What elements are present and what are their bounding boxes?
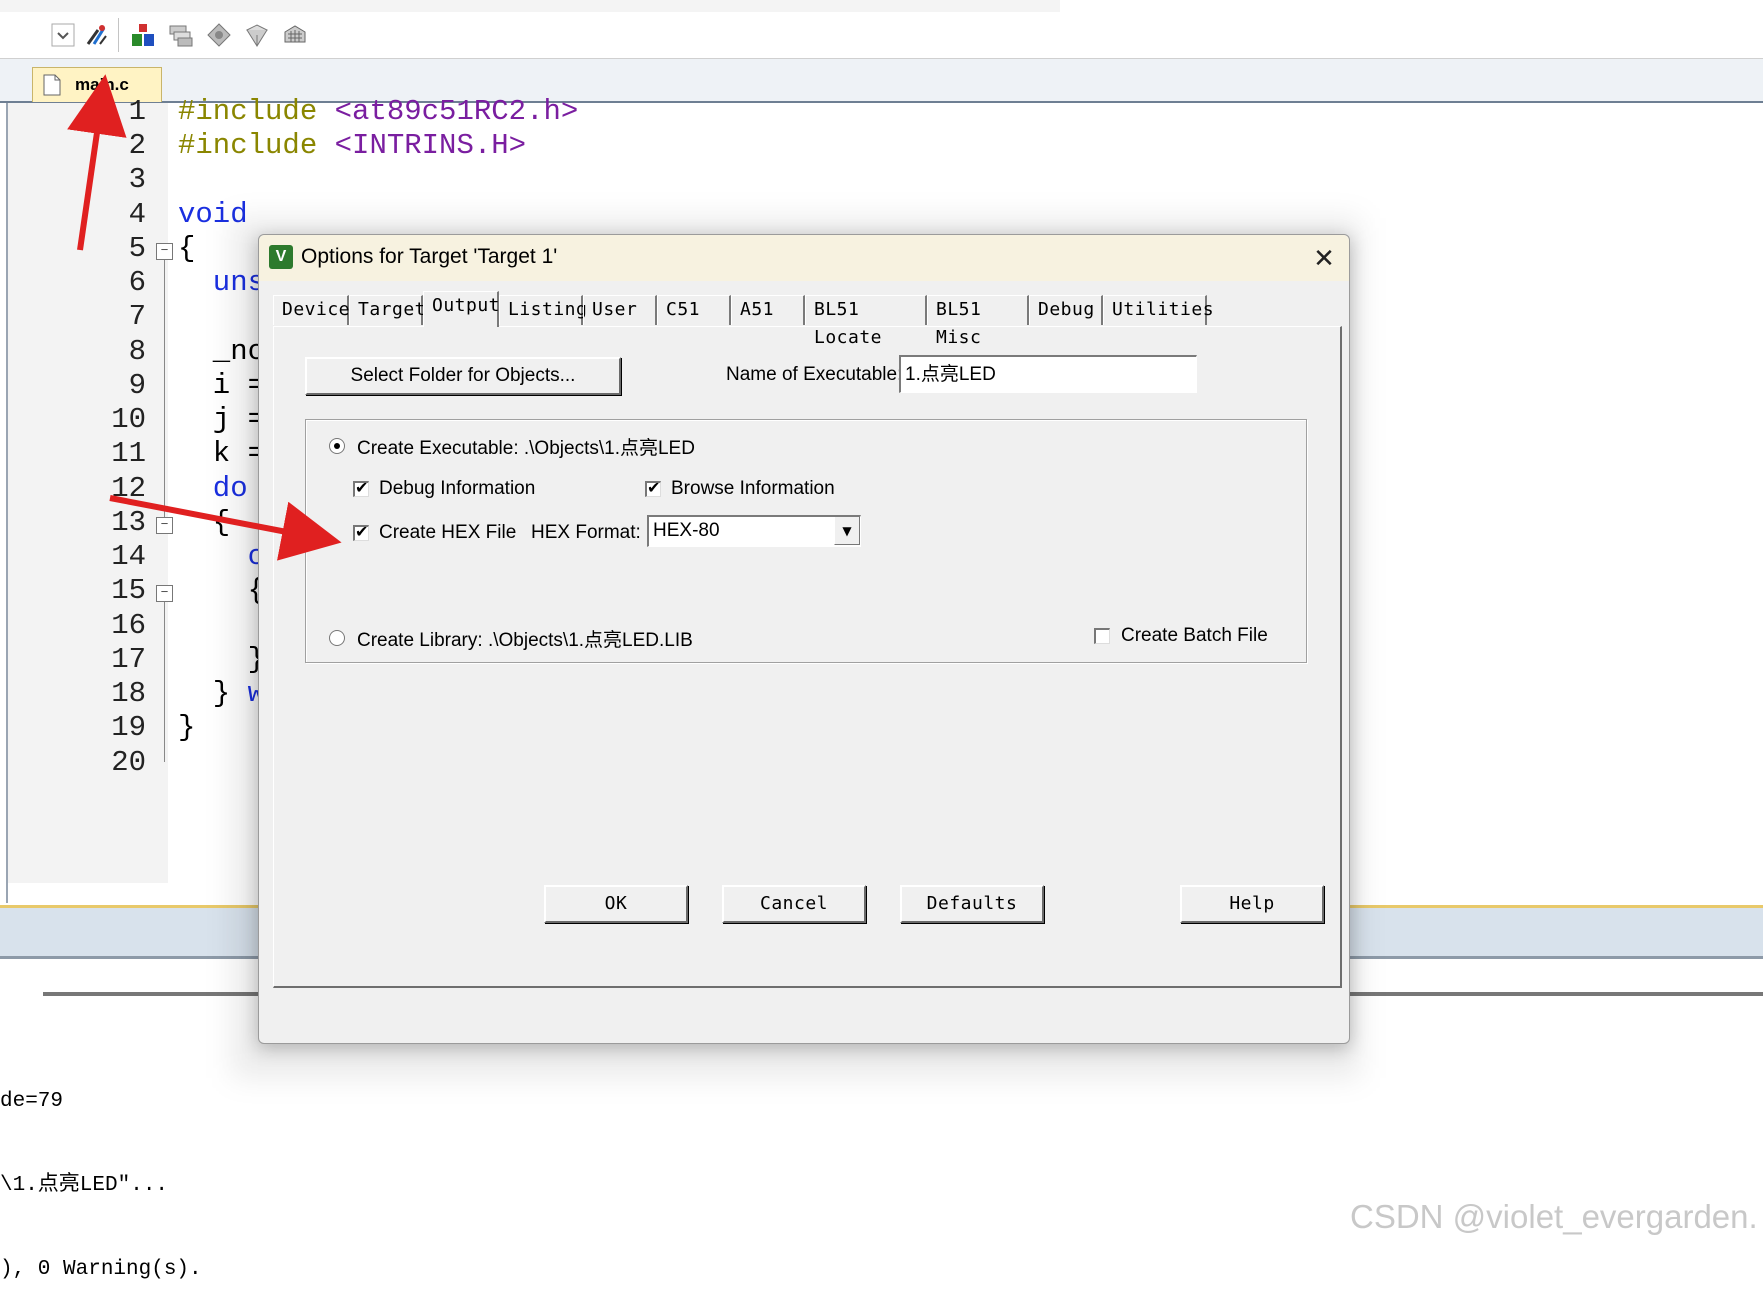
create-batch-file-checkbox[interactable]	[1094, 628, 1110, 644]
create-executable-radio[interactable]	[329, 438, 345, 454]
line-number: 6	[128, 266, 146, 299]
tab-listing[interactable]: Listing	[499, 295, 587, 325]
dialog-title: Options for Target 'Target 1'	[301, 245, 558, 268]
build-toolbar	[0, 12, 1763, 59]
browse-information-label: Browse Information	[671, 478, 835, 499]
line-number: 12	[111, 472, 146, 505]
create-hex-file-label: Create HEX File	[379, 522, 517, 543]
defaults-button[interactable]: Defaults	[900, 885, 1044, 923]
line-number: 17	[111, 643, 146, 676]
dialog-title-bar[interactable]: V Options for Target 'Target 1' ✕	[259, 235, 1349, 281]
line-number: 7	[128, 300, 146, 333]
line-number: 14	[111, 540, 146, 573]
code-keyword: #include	[178, 129, 318, 162]
code-line: {	[178, 506, 231, 539]
line-number: 20	[111, 746, 146, 779]
file-tab-label: main.c	[75, 75, 129, 94]
create-library-label: Create Library: .\Objects\1.点亮LED.LIB	[357, 630, 693, 651]
tab-bl51-misc[interactable]: BL51 Misc	[927, 295, 1029, 348]
name-of-executable-input[interactable]: 1.点亮LED	[899, 355, 1197, 393]
tab-utilities[interactable]: Utilities	[1103, 295, 1214, 325]
code-line: #include <at89c51RC2.h>	[178, 95, 578, 128]
fold-toggle-icon[interactable]: −	[156, 243, 173, 260]
create-batch-file-label: Create Batch File	[1121, 625, 1268, 646]
debug-information-checkbox[interactable]	[353, 478, 369, 497]
code-line: }	[178, 711, 196, 744]
code-keyword: #include	[178, 95, 318, 128]
line-number: 15	[111, 574, 146, 607]
tab-output[interactable]: Output	[423, 291, 500, 327]
select-folder-button[interactable]: Select Folder for Objects...	[305, 357, 621, 395]
build-output-line: ), 0 Warning(s).	[0, 1258, 202, 1281]
line-number: 2	[128, 129, 146, 162]
options-for-target-dialog: V Options for Target 'Target 1' ✕ Device…	[258, 234, 1350, 1044]
create-executable-label: Create Executable: .\Objects\1.点亮LED	[357, 438, 695, 459]
pack-installer-icon[interactable]	[242, 20, 272, 50]
line-number: 8	[128, 335, 146, 368]
line-number: 1	[128, 95, 146, 128]
create-library-radio[interactable]	[329, 630, 345, 646]
ok-button[interactable]: OK	[544, 885, 688, 923]
debug-information-label: Debug Information	[379, 478, 536, 499]
fold-toggle-icon[interactable]: −	[156, 517, 173, 534]
tab-user[interactable]: User	[583, 295, 657, 325]
tab-bl51-locate[interactable]: BL51 Locate	[805, 295, 927, 348]
line-number: 18	[111, 677, 146, 710]
line-number: 11	[111, 437, 146, 470]
build-output-line: \1.点亮LED"...	[0, 1174, 169, 1197]
close-icon[interactable]: ✕	[1307, 241, 1341, 275]
tab-debug[interactable]: Debug	[1029, 295, 1103, 325]
file-icon	[43, 74, 61, 96]
fold-toggle-icon[interactable]: −	[156, 585, 173, 602]
line-number: 13	[111, 506, 146, 539]
line-number: 9	[128, 369, 146, 402]
code-header: <INTRINS.H>	[334, 129, 527, 162]
tab-device[interactable]: Device	[273, 295, 350, 325]
options-for-target-icon[interactable]	[82, 20, 112, 50]
tab-a51[interactable]: A51	[731, 295, 805, 325]
line-number: 5	[128, 232, 146, 265]
cancel-button[interactable]: Cancel	[722, 885, 866, 923]
code-line: {	[178, 232, 196, 265]
component-viewer-icon[interactable]	[280, 20, 310, 50]
create-hex-file-checkbox[interactable]	[353, 522, 369, 541]
dropdown-arrow-icon[interactable]	[48, 20, 78, 50]
code-header: <at89c51RC2.h>	[334, 95, 579, 128]
code-brace: }	[178, 677, 231, 710]
manage-project-items-icon[interactable]	[128, 20, 158, 50]
select-packs-icon[interactable]	[166, 20, 196, 50]
name-of-executable-label: Name of Executable:	[726, 364, 903, 385]
code-line: #include <INTRINS.H>	[178, 129, 526, 162]
help-button[interactable]: Help	[1180, 885, 1324, 923]
browse-information-checkbox[interactable]	[645, 478, 661, 497]
tab-target[interactable]: Target	[349, 295, 426, 325]
build-output-line: de=79	[0, 1090, 64, 1113]
manage-run-time-icon[interactable]	[204, 20, 234, 50]
line-number: 16	[111, 609, 146, 642]
chevron-down-icon[interactable]: ▼	[834, 517, 860, 545]
line-number: 19	[111, 711, 146, 744]
hex-format-value: HEX-80	[653, 520, 720, 541]
line-number: 10	[111, 403, 146, 436]
hex-format-select[interactable]: HEX-80 ▼	[647, 515, 861, 547]
uvision-app-icon: V	[269, 245, 293, 269]
build-output-window: de=79 \1.点亮LED"... ), 0 Warning(s).	[0, 1032, 202, 1312]
hex-format-label: HEX Format:	[531, 522, 641, 543]
tab-c51[interactable]: C51	[657, 295, 731, 325]
line-number: 3	[128, 163, 146, 196]
line-number: 4	[128, 198, 146, 231]
watermark: CSDN @violet_evergarden.	[1350, 1198, 1758, 1235]
